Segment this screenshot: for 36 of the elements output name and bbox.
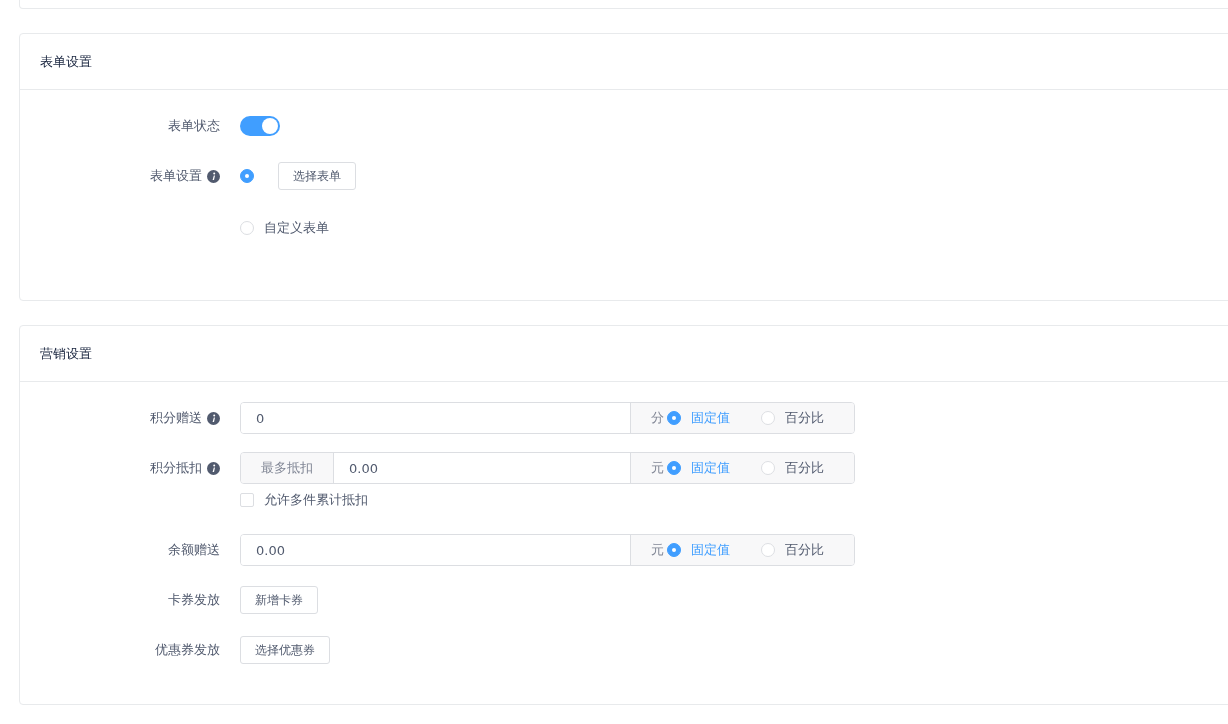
radio-label: 百分比 [784, 409, 824, 427]
radio-button[interactable] [667, 461, 681, 475]
field-label: 积分抵扣 [150, 459, 202, 477]
radio-button[interactable] [667, 543, 681, 557]
input-group[interactable]: 最多抵扣 0.00 元 固定值 百分比 [240, 452, 855, 484]
field-label: 表单设置 [150, 167, 202, 185]
unit-label: 分 [651, 409, 664, 427]
input-group[interactable]: 0.00 元 固定值 百分比 [240, 534, 855, 566]
radio-label: 固定值 [691, 459, 730, 477]
select-form-button[interactable]: 选择表单 [278, 162, 356, 190]
radio-label: 百分比 [784, 459, 824, 477]
field-label: 表单状态 [168, 117, 220, 135]
input-group[interactable]: 0 分 固定值 百分比 [240, 402, 855, 434]
radio-label: 百分比 [784, 541, 824, 559]
input-prefix: 最多抵扣 [241, 453, 334, 483]
unit-label: 元 [651, 541, 664, 559]
radio-button[interactable] [240, 169, 254, 183]
info-icon [207, 169, 220, 183]
toggle-switch[interactable] [240, 116, 280, 136]
radio-button[interactable] [667, 411, 681, 425]
radio-label: 自定义表单 [264, 219, 329, 237]
checkbox[interactable] [240, 493, 254, 507]
info-icon [207, 461, 220, 475]
info-icon [207, 411, 220, 425]
radio-label: 固定值 [691, 409, 730, 427]
checkbox-label: 允许多件累计抵扣 [264, 491, 368, 509]
field-label: 余额赠送 [168, 541, 220, 559]
radio-label: 固定值 [691, 541, 730, 559]
field-label: 卡券发放 [168, 591, 220, 609]
action-button[interactable]: 选择优惠券 [240, 636, 330, 664]
card-title: 表单设置 [40, 52, 92, 71]
card-title: 营销设置 [40, 344, 92, 363]
field-label: 积分赠送 [150, 409, 202, 427]
action-button[interactable]: 新增卡券 [240, 586, 318, 614]
unit-label: 元 [651, 459, 664, 477]
field-label: 优惠券发放 [155, 641, 220, 659]
